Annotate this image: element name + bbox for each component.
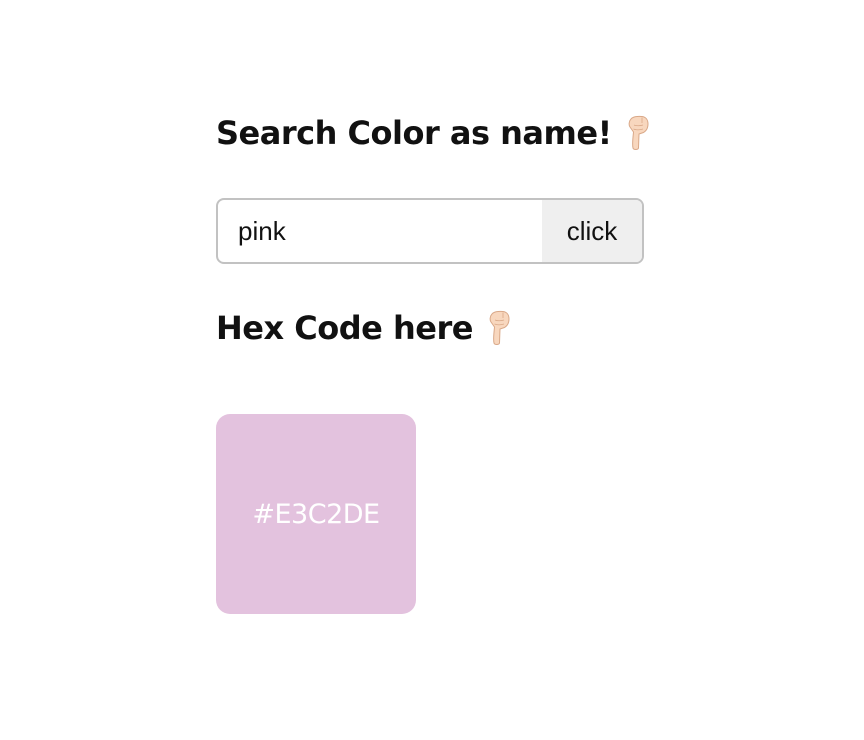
search-heading: Search Color as name! (216, 113, 650, 153)
color-name-input[interactable] (218, 200, 542, 262)
result-heading-text: Hex Code here (216, 309, 473, 347)
color-swatch: #E3C2DE (216, 414, 416, 614)
pointing-down-hand-icon (628, 115, 649, 150)
search-heading-text: Search Color as name! (216, 114, 612, 152)
hex-code-label: #E3C2DE (252, 498, 380, 530)
pointing-down-hand-icon (489, 310, 510, 345)
search-button[interactable]: click (542, 200, 642, 262)
search-bar: click (216, 198, 644, 264)
result-heading: Hex Code here (216, 308, 511, 348)
